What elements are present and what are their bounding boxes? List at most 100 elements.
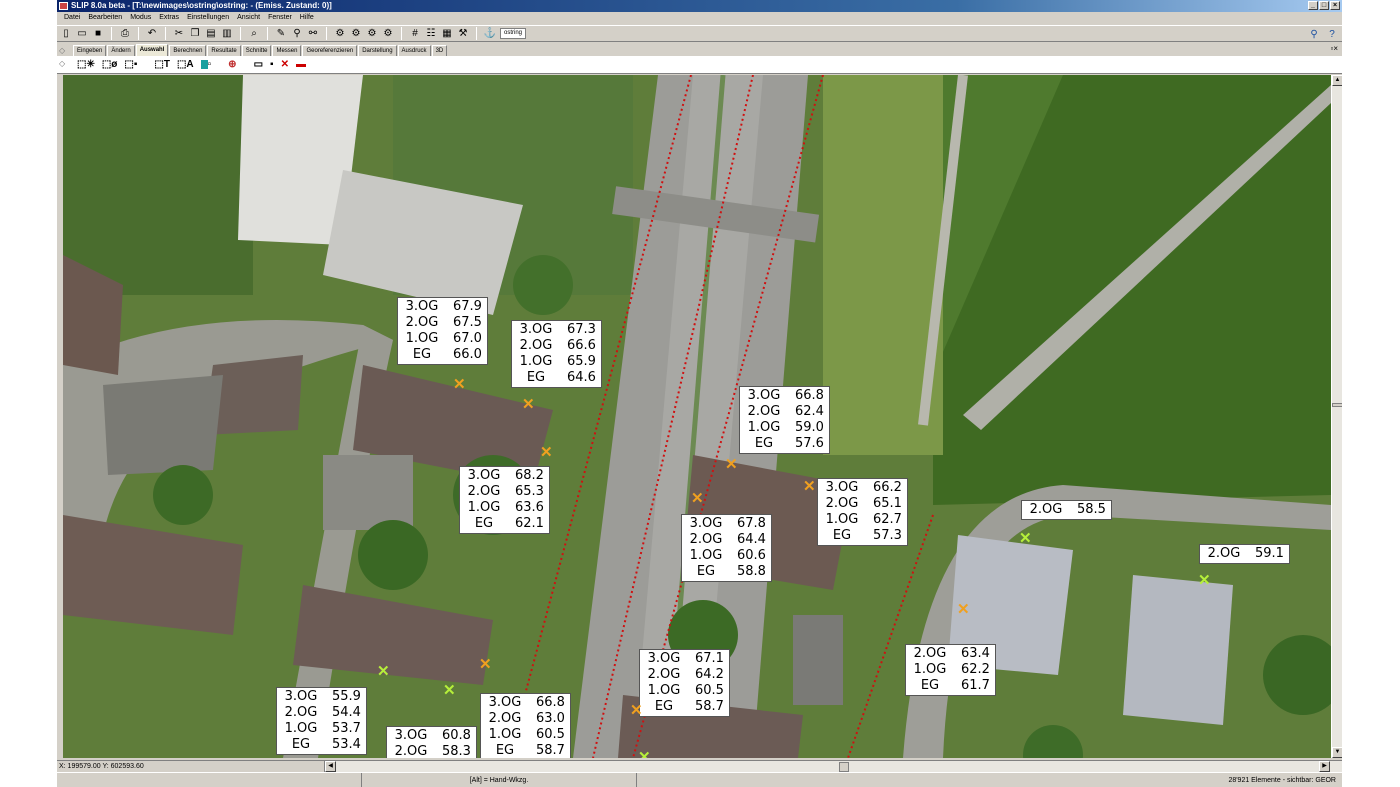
paste-icon[interactable]: ▤ xyxy=(205,28,217,40)
tab-messen[interactable]: Messen xyxy=(272,45,302,56)
toolbar-nav-icon[interactable]: ◇ xyxy=(59,59,65,68)
receiver-level-label: 3.OG 66.8 2.OG 62.4 1.OG 59.0 EG 57.6 xyxy=(739,386,830,454)
cut-icon[interactable]: ✂ xyxy=(173,28,185,40)
select-text-icon[interactable]: ⬚T xyxy=(152,58,172,72)
target-icon[interactable]: ⊕ xyxy=(226,58,238,72)
tools-icon[interactable]: ⚓ xyxy=(484,28,496,40)
scroll-left-icon[interactable]: ◀ xyxy=(325,761,336,772)
noise-level-value: 66.0 xyxy=(453,347,482,362)
print-icon[interactable]: ⎙ xyxy=(119,28,131,40)
noise-level-value: 61.7 xyxy=(961,678,990,693)
scroll-up-icon[interactable]: ▲ xyxy=(1332,75,1342,86)
map-canvas[interactable]: 3.OG 67.9 2.OG 67.5 1.OG 67.0 EG 66.0 3.OG 67.3 2.… xyxy=(63,75,1331,758)
pointer-help-icon[interactable]: ⚲ xyxy=(1308,28,1320,40)
tab-aendern[interactable]: Ändern xyxy=(107,45,135,56)
receiver-level-row: 3.OG 67.9 xyxy=(403,299,482,315)
receiver-marker-orange-icon[interactable]: ✕ xyxy=(691,491,704,506)
receiver-marker-orange-icon[interactable]: ✕ xyxy=(479,657,492,672)
scroll-down-icon[interactable]: ▼ xyxy=(1332,747,1342,758)
tab-auswahl[interactable]: Auswahl xyxy=(135,44,169,56)
menu-modus[interactable]: Modus xyxy=(126,12,155,24)
duplicate-icon[interactable]: ▥ xyxy=(221,28,233,40)
open-file-icon[interactable]: ▭ xyxy=(76,28,88,40)
link-icon[interactable]: ⚯ xyxy=(307,28,319,40)
tab-resultate[interactable]: Resultate xyxy=(207,45,241,56)
tab-3d[interactable]: 3D xyxy=(431,45,448,56)
undo-icon[interactable]: ↶ xyxy=(146,28,158,40)
grid-icon[interactable]: # xyxy=(409,28,421,40)
receiver-marker-orange-icon[interactable]: ✕ xyxy=(630,703,643,718)
node-edit-icon[interactable]: ⚲ xyxy=(291,28,303,40)
receiver-level-row: EG 64.6 xyxy=(517,370,596,386)
receiver-marker-green-icon[interactable]: ✕ xyxy=(1019,531,1032,546)
calc-b-icon[interactable]: ⚙ xyxy=(350,28,362,40)
select-add-icon[interactable]: ⬚✳ xyxy=(75,58,97,72)
select-remove-icon[interactable]: ⬚ø xyxy=(100,58,120,72)
receiver-marker-orange-icon[interactable]: ✕ xyxy=(453,377,466,392)
vertical-scroll-thumb[interactable] xyxy=(1332,403,1342,407)
tab-ausdruck[interactable]: Ausdruck xyxy=(397,45,431,56)
find-icon[interactable]: ⌕ xyxy=(248,28,260,40)
tabs-nav-icon[interactable]: ◇ xyxy=(59,46,65,55)
tab-darstellung[interactable]: Darstellung xyxy=(358,45,397,56)
receiver-marker-orange-icon[interactable]: ✕ xyxy=(803,479,816,494)
delete-selection-icon[interactable]: ✕ xyxy=(279,58,291,72)
calc-a-icon[interactable]: ⚙ xyxy=(334,28,346,40)
scroll-right-icon[interactable]: ▶ xyxy=(1319,761,1330,772)
noise-level-value: 67.8 xyxy=(737,516,766,531)
clear-selection-icon[interactable]: ▬ xyxy=(294,58,308,72)
select-color-icon[interactable]: ▫ xyxy=(199,58,214,72)
save-selection-icon[interactable]: ▪ xyxy=(268,58,276,72)
receiver-marker-green-icon[interactable]: ✕ xyxy=(377,664,390,679)
save-icon[interactable]: ■ xyxy=(92,28,104,40)
dropper-icon[interactable]: ✎ xyxy=(275,28,287,40)
receiver-marker-orange-icon[interactable]: ✕ xyxy=(540,445,553,460)
maximize-button[interactable]: □ xyxy=(1319,1,1329,10)
copy-icon[interactable]: ❐ xyxy=(189,28,201,40)
select-area-icon[interactable]: ⬚▪ xyxy=(122,58,139,72)
receiver-marker-orange-icon[interactable]: ✕ xyxy=(725,457,738,472)
calc-d-icon[interactable]: ⚙ xyxy=(382,28,394,40)
floor-name: 3.OG xyxy=(689,516,723,531)
layers-icon[interactable]: ☷ xyxy=(425,28,437,40)
minimize-button[interactable]: _ xyxy=(1308,1,1318,10)
open-selection-icon[interactable]: ▭ xyxy=(252,58,265,72)
receiver-marker-orange-icon[interactable]: ✕ xyxy=(522,397,535,412)
tab-georeferenzieren[interactable]: Georeferenzieren xyxy=(302,45,358,56)
menu-bearbeiten[interactable]: Bearbeiten xyxy=(84,12,126,24)
tab-bar: ◇ Eingeben Ändern Auswahl Berechnen Resu… xyxy=(57,43,1342,56)
mdi-restore-close-icon[interactable]: ▫× xyxy=(1330,44,1338,53)
calc-c-icon[interactable]: ⚙ xyxy=(366,28,378,40)
app-icon xyxy=(59,2,68,10)
receiver-marker-orange-icon[interactable]: ✕ xyxy=(957,602,970,617)
noise-level-value: 67.9 xyxy=(453,299,482,314)
receiver-level-row: 2.OG 58.3 xyxy=(392,744,471,758)
menu-datei[interactable]: Datei xyxy=(60,12,84,24)
receiver-level-row: 3.OG 67.3 xyxy=(517,322,596,338)
select-attribute-icon[interactable]: ⬚A xyxy=(175,58,196,72)
tab-schnitte[interactable]: Schnitte xyxy=(241,45,272,56)
tab-berechnen[interactable]: Berechnen xyxy=(169,45,207,56)
receiver-marker-green-icon[interactable]: ✕ xyxy=(443,683,456,698)
receiver-marker-green-icon[interactable]: ✕ xyxy=(638,750,651,758)
receiver-level-row: 2.OG 58.5 xyxy=(1027,502,1106,518)
help-icon[interactable]: ? xyxy=(1326,28,1338,40)
selection-toolbar: ◇ ⬚✳ ⬚ø ⬚▪ ⬚T ⬚A ▫ ⊕ ▭ ▪ ✕ ▬ xyxy=(57,56,1342,74)
menu-einstellungen[interactable]: Einstellungen xyxy=(183,12,233,24)
new-file-icon[interactable]: ▯ xyxy=(60,28,72,40)
close-button[interactable]: × xyxy=(1330,1,1340,10)
vertical-scrollbar[interactable]: ▲ ▼ xyxy=(1331,75,1342,758)
menu-hilfe[interactable]: Hilfe xyxy=(296,12,318,24)
receiver-level-row: EG 58.8 xyxy=(687,564,766,580)
receiver-level-label: 3.OG 67.8 2.OG 64.4 1.OG 60.6 EG 58.8 xyxy=(681,514,772,582)
menu-extras[interactable]: Extras xyxy=(155,12,183,24)
receiver-level-label: 3.OG 66.2 2.OG 65.1 1.OG 62.7 EG 57.3 xyxy=(817,478,908,546)
layer-field[interactable]: ostring xyxy=(500,28,527,39)
menu-fenster[interactable]: Fenster xyxy=(264,12,296,24)
tab-eingeben[interactable]: Eingeben xyxy=(73,45,107,56)
table-icon[interactable]: ▦ xyxy=(441,28,453,40)
menu-ansicht[interactable]: Ansicht xyxy=(233,12,264,24)
settings-icon[interactable]: ⚒ xyxy=(457,28,469,40)
receiver-marker-green-icon[interactable]: ✕ xyxy=(1198,573,1211,588)
horizontal-scroll-thumb[interactable] xyxy=(839,762,849,772)
